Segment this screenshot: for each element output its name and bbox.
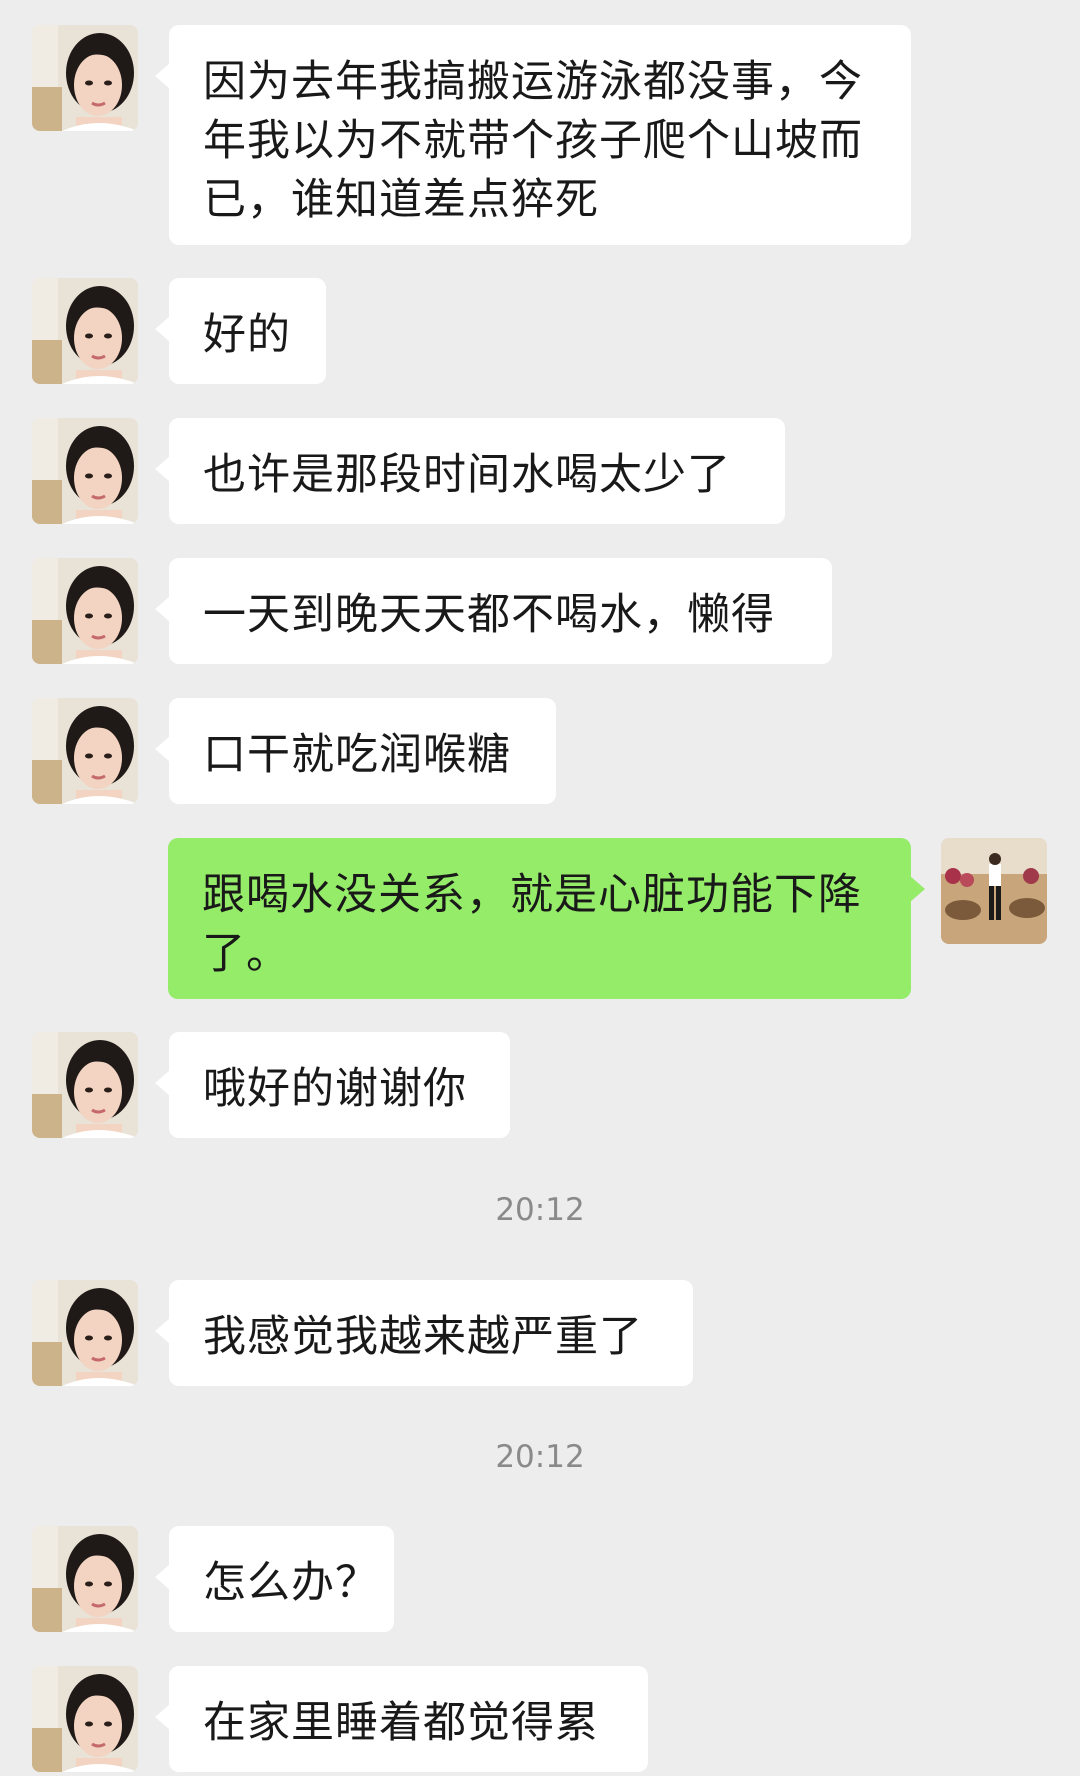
incoming-message-bubble[interactable]: 怎么办？ xyxy=(155,1526,394,1632)
incoming-message-bubble[interactable]: 也许是那段时间水喝太少了 xyxy=(155,418,785,524)
contact-avatar[interactable] xyxy=(32,418,138,524)
woman-portrait-avatar-icon xyxy=(32,1280,138,1386)
woman-portrait-avatar-icon xyxy=(32,1666,138,1772)
contact-avatar[interactable] xyxy=(32,698,138,804)
incoming-message-bubble[interactable]: 好的 xyxy=(155,278,326,384)
incoming-message-bubble[interactable]: 口干就吃润喉糖 xyxy=(155,698,556,804)
incoming-message-bubble[interactable]: 哦好的谢谢你 xyxy=(155,1032,510,1138)
woman-portrait-avatar-icon xyxy=(32,25,138,131)
contact-avatar[interactable] xyxy=(32,1280,138,1386)
chat-timestamp: 20:12 xyxy=(495,1192,585,1228)
contact-avatar[interactable] xyxy=(32,1666,138,1772)
outgoing-message-bubble[interactable]: 跟喝水没关系，就是心脏功能下降了。 xyxy=(168,838,925,999)
contact-avatar[interactable] xyxy=(32,25,138,131)
incoming-message-bubble[interactable]: 因为去年我搞搬运游泳都没事，今年我以为不就带个孩子爬个山坡而已，谁知道差点猝死 xyxy=(155,25,911,245)
contact-avatar[interactable] xyxy=(32,1526,138,1632)
woman-portrait-avatar-icon xyxy=(32,278,138,384)
chat-timestamp: 20:12 xyxy=(495,1439,585,1475)
contact-avatar[interactable] xyxy=(32,278,138,384)
incoming-message-bubble[interactable]: 在家里睡着都觉得累 xyxy=(155,1666,648,1772)
desert-camel-photo-avatar-icon xyxy=(941,838,1047,944)
incoming-message-bubble[interactable]: 我感觉我越来越严重了 xyxy=(155,1280,693,1386)
woman-portrait-avatar-icon xyxy=(32,1526,138,1632)
incoming-message-bubble[interactable]: 一天到晚天天都不喝水，懒得 xyxy=(155,558,832,664)
woman-portrait-avatar-icon xyxy=(32,558,138,664)
contact-avatar[interactable] xyxy=(32,1032,138,1138)
contact-avatar[interactable] xyxy=(32,558,138,664)
woman-portrait-avatar-icon xyxy=(32,418,138,524)
self-avatar[interactable] xyxy=(941,838,1047,944)
woman-portrait-avatar-icon xyxy=(32,1032,138,1138)
woman-portrait-avatar-icon xyxy=(32,698,138,804)
